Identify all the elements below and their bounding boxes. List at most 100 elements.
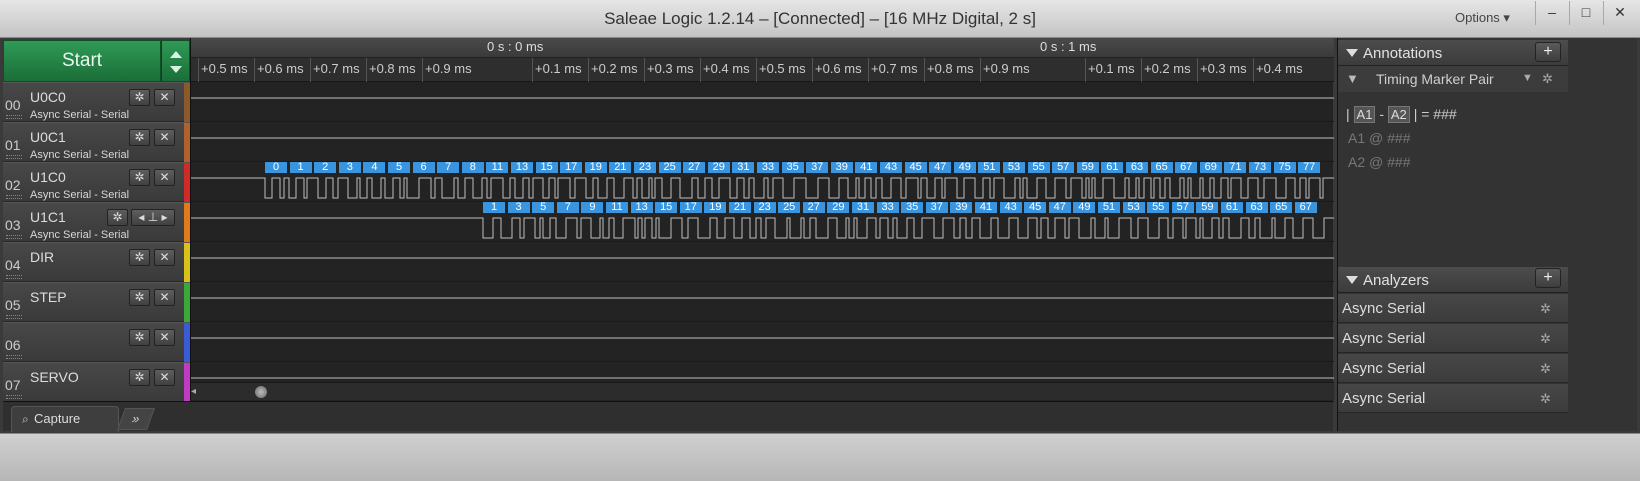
decoded-byte-label[interactable]: 19 <box>584 162 607 173</box>
channel-name[interactable]: U1C1 <box>30 209 66 225</box>
decoded-byte-label[interactable]: 27 <box>802 202 825 213</box>
close-icon[interactable]: ✕ <box>154 329 175 346</box>
channel-row[interactable]: 06 ✲ ✕ <box>3 322 190 363</box>
decoded-byte-label[interactable]: 57 <box>1171 202 1194 213</box>
a1-badge[interactable]: A1 <box>1353 106 1376 123</box>
decoded-byte-label[interactable]: 15 <box>535 162 558 173</box>
decoded-byte-label[interactable]: 6 <box>412 162 435 173</box>
drag-handle-icon[interactable] <box>6 355 22 359</box>
channel-row[interactable]: 02 U1C0 Async Serial - Serial ✲ ✕ <box>3 162 190 203</box>
decoded-byte-label[interactable]: 37 <box>925 202 948 213</box>
decoded-byte-label[interactable]: 13 <box>511 162 533 173</box>
scroll-left-icon[interactable]: ◂ <box>191 386 196 397</box>
close-icon[interactable]: ✕ <box>154 129 175 146</box>
decoded-byte-label[interactable]: 55 <box>1147 202 1170 213</box>
analyzer-item[interactable]: Async Serial ✲ <box>1338 384 1568 413</box>
decoded-byte-label[interactable]: 57 <box>1052 162 1075 173</box>
gear-icon[interactable]: ✲ <box>1540 361 1551 377</box>
decoded-byte-label[interactable]: 35 <box>781 162 804 173</box>
decoded-byte-label[interactable]: 27 <box>683 162 706 173</box>
decoded-byte-label[interactable]: 61 <box>1101 162 1124 173</box>
decoded-byte-label[interactable]: 29 <box>827 202 850 213</box>
decoded-byte-label[interactable]: 41 <box>975 202 997 213</box>
decoded-byte-label[interactable]: 9 <box>581 202 604 213</box>
decoded-byte-label[interactable]: 43 <box>999 202 1022 213</box>
annotations-header[interactable]: Annotations <box>1338 40 1568 66</box>
add-analyzer-button[interactable]: + <box>1535 268 1561 288</box>
channel-row[interactable]: 07 SERVO ✲ ✕ <box>3 362 190 403</box>
decoded-byte-label[interactable]: 19 <box>704 202 727 213</box>
decoded-byte-label[interactable]: 25 <box>778 202 801 213</box>
decoded-byte-label[interactable]: 1 <box>483 202 505 213</box>
horizontal-scrollbar[interactable]: ◂ <box>191 382 1334 400</box>
signal-lane[interactable]: 1 3 5 7 9 11 13 15 17 19 21 23 25 27 29 31 33 35 37 39 41 43 4… <box>191 202 1334 242</box>
decoded-byte-label[interactable]: 23 <box>753 202 776 213</box>
signal-lane[interactable] <box>191 122 1334 162</box>
gear-icon[interactable]: ✲ <box>107 209 128 226</box>
decoded-byte-label[interactable]: 31 <box>732 162 755 173</box>
decoded-byte-label[interactable]: 5 <box>388 162 410 173</box>
gear-icon[interactable]: ✲ <box>1540 391 1551 407</box>
gear-icon[interactable]: ✲ <box>129 249 150 266</box>
decoded-byte-label[interactable]: 33 <box>876 202 899 213</box>
signal-lane[interactable] <box>191 242 1334 282</box>
decoded-byte-label[interactable]: 37 <box>806 162 829 173</box>
gear-icon[interactable]: ✲ <box>1542 71 1553 87</box>
decoded-byte-label[interactable]: 15 <box>655 202 678 213</box>
decoded-byte-label[interactable]: 53 <box>1122 202 1145 213</box>
decoded-byte-label[interactable]: 33 <box>757 162 779 173</box>
decoded-byte-label[interactable]: 67 <box>1294 202 1317 213</box>
drag-handle-icon[interactable] <box>6 315 22 319</box>
gear-icon[interactable]: ✲ <box>129 369 150 386</box>
decoded-byte-label[interactable]: 59 <box>1076 162 1099 173</box>
decoded-byte-label[interactable]: 77 <box>1298 162 1321 173</box>
decoded-byte-label[interactable]: 35 <box>901 202 924 213</box>
drag-handle-icon[interactable] <box>6 195 22 199</box>
channel-row[interactable]: 01 U0C1 Async Serial - Serial ✲ ✕ <box>3 122 190 163</box>
scroll-thumb[interactable] <box>255 386 267 398</box>
channel-row[interactable]: 00 U0C0 Async Serial - Serial ✲ ✕ <box>3 82 190 123</box>
close-icon[interactable]: ✕ <box>154 249 175 266</box>
decoded-byte-label[interactable]: 47 <box>929 162 952 173</box>
gear-icon[interactable]: ✲ <box>129 329 150 346</box>
decoded-byte-label[interactable]: 11 <box>486 162 509 173</box>
decoded-byte-label[interactable]: 7 <box>556 202 579 213</box>
channel-name[interactable]: STEP <box>30 289 67 305</box>
signal-lane[interactable] <box>191 322 1334 362</box>
analyzer-item[interactable]: Async Serial ✲ <box>1338 354 1568 383</box>
decoded-byte-label[interactable]: 39 <box>830 162 853 173</box>
decoded-byte-label[interactable]: 21 <box>609 162 632 173</box>
decoded-byte-label[interactable]: 61 <box>1221 202 1243 213</box>
gear-icon[interactable]: ✲ <box>129 289 150 306</box>
drag-handle-icon[interactable] <box>6 235 22 239</box>
options-menu[interactable]: Options ▾ <box>1455 10 1510 26</box>
signal-lane[interactable] <box>191 82 1334 122</box>
decoded-byte-label[interactable]: 23 <box>634 162 656 173</box>
decoded-byte-label[interactable]: 17 <box>560 162 583 173</box>
decoded-byte-label[interactable]: 31 <box>852 202 874 213</box>
channel-name[interactable]: U0C0 <box>30 89 66 105</box>
close-icon[interactable]: ✕ <box>154 169 175 186</box>
close-icon[interactable]: ✕ <box>154 289 175 306</box>
trigger-selector[interactable]: ◂ ⊥ ▸ <box>131 209 175 226</box>
decoded-byte-label[interactable]: 3 <box>338 162 361 173</box>
decoded-byte-label[interactable]: 73 <box>1249 162 1271 173</box>
tab-capture[interactable]: ⌕ Capture <box>11 406 119 432</box>
decoded-byte-label[interactable]: 39 <box>950 202 973 213</box>
decoded-byte-label[interactable]: 0 <box>265 162 287 173</box>
decoded-byte-label[interactable]: 55 <box>1027 162 1050 173</box>
channel-name[interactable]: U0C1 <box>30 129 66 145</box>
decoded-byte-label[interactable]: 1 <box>289 162 312 173</box>
waveform-view[interactable]: 0 s : 0 ms 0 s : 1 ms +0.5 ms +0.6 ms +0.7… <box>190 38 1334 402</box>
channel-name[interactable]: SERVO <box>30 369 79 385</box>
gear-icon[interactable]: ✲ <box>1540 301 1551 317</box>
decoded-byte-label[interactable]: 75 <box>1273 162 1296 173</box>
close-icon[interactable]: ✕ <box>154 369 175 386</box>
close-icon[interactable]: ✕ <box>154 89 175 106</box>
decoded-byte-label[interactable]: 69 <box>1199 162 1222 173</box>
analyzer-item[interactable]: Async Serial ✲ <box>1338 324 1568 353</box>
decoded-byte-label[interactable]: 11 <box>606 202 628 213</box>
decoded-byte-label[interactable]: 43 <box>880 162 902 173</box>
decoded-byte-label[interactable]: 47 <box>1048 202 1071 213</box>
decoded-byte-label[interactable]: 51 <box>1098 202 1120 213</box>
